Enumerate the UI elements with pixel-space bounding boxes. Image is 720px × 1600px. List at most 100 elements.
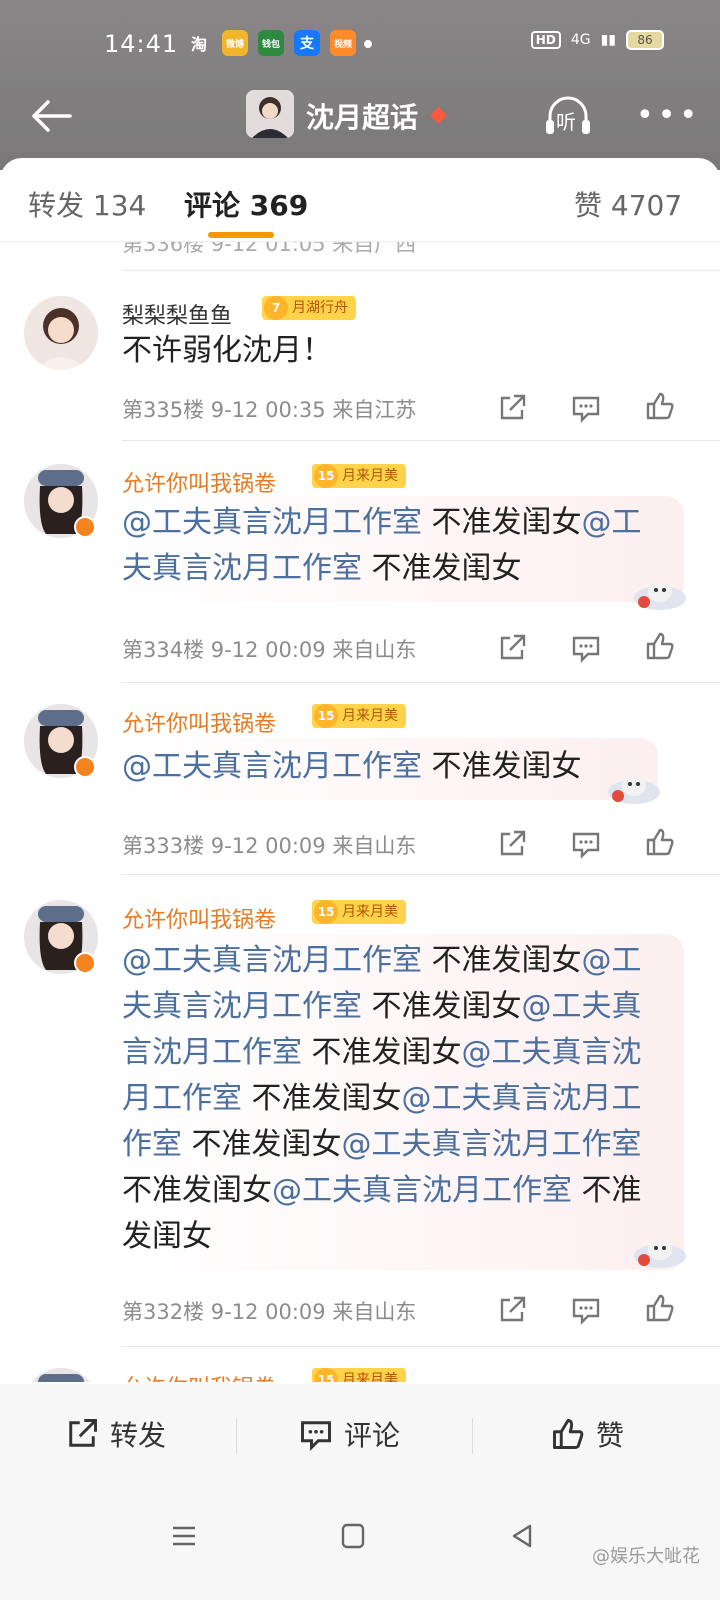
topic-avatar[interactable] — [246, 90, 294, 138]
comment-line: 言沈月工作室 不准发闺女@工夫真言沈 — [122, 1030, 662, 1076]
comment-text-segment: 不准发闺女 — [422, 749, 582, 784]
comment-line: 作室 不准发闺女@工夫真言沈月工作室 — [122, 1122, 662, 1168]
back-triangle-icon[interactable] — [508, 1522, 536, 1550]
notification-icons: 淘 微博 钱包 支 视频 — [186, 30, 356, 56]
thumbs-up-icon — [646, 828, 674, 856]
reply-button[interactable] — [570, 632, 602, 664]
comment-line: @工夫真言沈月工作室 不准发闺女@工 — [122, 938, 662, 984]
repost-label: 转发 — [110, 1419, 167, 1452]
like-label: 赞 — [596, 1419, 625, 1452]
like-button[interactable] — [644, 826, 676, 858]
verified-badge-icon — [74, 952, 96, 974]
menu-icon[interactable] — [170, 1522, 198, 1550]
separator — [472, 1418, 473, 1454]
mention-link[interactable]: 言沈月工作室 — [122, 1035, 302, 1070]
username[interactable]: 允许你叫我锅卷 — [122, 902, 276, 934]
nav-bar: 沈月超话 ◆ 听 ••• — [0, 88, 720, 144]
mention-link[interactable]: @工夫真言沈月工作室 — [272, 1173, 572, 1208]
share-button[interactable] — [496, 632, 528, 664]
comment-location: 来自山东 — [332, 638, 417, 662]
floor-number: 第332楼 — [122, 1300, 205, 1324]
home-icon[interactable] — [340, 1522, 366, 1550]
reply-button[interactable] — [570, 1294, 602, 1326]
share-button[interactable] — [496, 828, 528, 860]
watermark: @娱乐大呲花 — [592, 1546, 700, 1567]
reply-button[interactable] — [570, 828, 602, 860]
repost-button[interactable]: 转发 — [64, 1414, 166, 1454]
comment-line: @工夫真言沈月工作室 不准发闺女@工 — [122, 500, 662, 546]
comment-icon — [301, 1421, 331, 1452]
reply-button[interactable] — [570, 392, 602, 424]
mention-link[interactable]: 夫真言沈月工作室 — [122, 551, 362, 586]
mention-link[interactable]: 作室 — [122, 1127, 182, 1162]
separator — [236, 1418, 237, 1454]
mention-link[interactable]: @工夫真言沈月工作室 — [122, 749, 422, 784]
signal-icon: ▮▮ — [600, 32, 616, 48]
comment-text-segment: 不准发闺女 — [242, 1081, 402, 1116]
header: 14:41 淘 微博 钱包 支 视频 HD 4G ▮▮ 86 沈月超话 ◆ 听 … — [0, 0, 720, 170]
like-post-button[interactable]: 赞 — [550, 1414, 624, 1454]
badge-label: 月湖行舟 — [292, 300, 348, 316]
badge-level: 7 — [264, 296, 288, 320]
share-button[interactable] — [496, 392, 528, 424]
comment-date: 9-12 00:09 — [210, 638, 326, 662]
listen-button[interactable]: 听 — [542, 92, 594, 140]
like-button[interactable] — [644, 1292, 676, 1324]
username[interactable]: 允许你叫我锅卷 — [122, 706, 276, 738]
mention-link[interactable]: 夫真言沈月工作室 — [122, 989, 362, 1024]
page-title: 沈月超话 — [306, 101, 419, 134]
mention-link[interactable]: @工夫真言沈月工 — [402, 1081, 642, 1116]
listen-label: 听 — [556, 110, 576, 134]
badge-label: 月来月美 — [342, 468, 398, 484]
comment-text: @工夫真言沈月工作室 不准发闺女@工 夫真言沈月工作室 不准发闺女 — [122, 500, 662, 592]
tab-comments[interactable]: 评论 369 — [184, 184, 308, 224]
avatar[interactable] — [24, 1368, 98, 1382]
comment-text-segment: 不准发闺女 — [182, 1127, 342, 1162]
comment-icon — [572, 396, 600, 423]
more-menu-button[interactable]: ••• — [636, 101, 701, 131]
divider — [122, 874, 720, 875]
divider — [122, 1346, 720, 1347]
comment-location: 来自山东 — [332, 1300, 417, 1324]
mention-link[interactable]: @工 — [582, 943, 642, 978]
mention-link[interactable]: @工夫真言沈月工作室 — [122, 943, 422, 978]
mention-link[interactable]: @工 — [582, 505, 642, 540]
tab-likes[interactable]: 赞 4707 — [574, 184, 682, 224]
previous-comment-meta: 第336楼 9-12 01:05 来自广西 — [122, 242, 417, 256]
badge-label: 月来月美 — [342, 1372, 398, 1382]
status-time: 14:41 — [104, 30, 179, 58]
divider — [122, 440, 720, 441]
comment-date: 9-12 00:09 — [210, 834, 326, 858]
fan-badge: 15 月来月美 — [312, 900, 406, 924]
tab-repost[interactable]: 转发 134 — [28, 184, 146, 224]
comment-text-segment: 不准发闺女 — [122, 1173, 272, 1208]
network-label: 4G — [570, 32, 591, 48]
mention-link[interactable]: @工夫真言沈月工作室 — [342, 1127, 642, 1162]
mention-link[interactable]: @工夫真言沈 — [462, 1035, 642, 1070]
fan-badge: 7 月湖行舟 — [262, 296, 356, 320]
username[interactable]: 允许你叫我锅卷 — [122, 1370, 276, 1382]
comment-date: 9-12 00:09 — [210, 1300, 326, 1324]
like-button[interactable] — [644, 390, 676, 422]
back-button[interactable] — [28, 96, 74, 136]
comment-text: @工夫真言沈月工作室 不准发闺女@工 夫真言沈月工作室 不准发闺女@工夫真 言沈… — [122, 938, 662, 1260]
fan-badge: 15 月来月美 — [312, 704, 406, 728]
mention-link[interactable]: @工夫真言沈月工作室 — [122, 505, 422, 540]
comment-meta: 第333楼 9-12 00:09 来自山东 — [122, 830, 416, 860]
comment-list[interactable]: 第336楼 9-12 01:05 来自广西 梨梨梨鱼鱼 7 月湖行舟 不许弱化沈… — [0, 242, 720, 1382]
comment-button[interactable]: 评论 — [298, 1414, 400, 1454]
back-arrow-icon — [32, 100, 72, 132]
mention-link[interactable]: @工夫真 — [522, 989, 642, 1024]
mention-link[interactable]: 月工作室 — [122, 1081, 242, 1116]
username[interactable]: 允许你叫我锅卷 — [122, 466, 276, 498]
share-button[interactable] — [496, 1294, 528, 1326]
active-tab-indicator — [208, 232, 274, 238]
verified-badge-icon — [74, 756, 96, 778]
username[interactable]: 梨梨梨鱼鱼 — [122, 298, 232, 330]
comment-meta: 第335楼 9-12 00:35 来自江苏 — [122, 394, 416, 424]
notification-dot — [364, 40, 372, 48]
avatar[interactable] — [24, 296, 98, 370]
like-button[interactable] — [644, 630, 676, 662]
badge-level: 15 — [314, 900, 338, 924]
comment-location: 来自江苏 — [332, 398, 417, 422]
